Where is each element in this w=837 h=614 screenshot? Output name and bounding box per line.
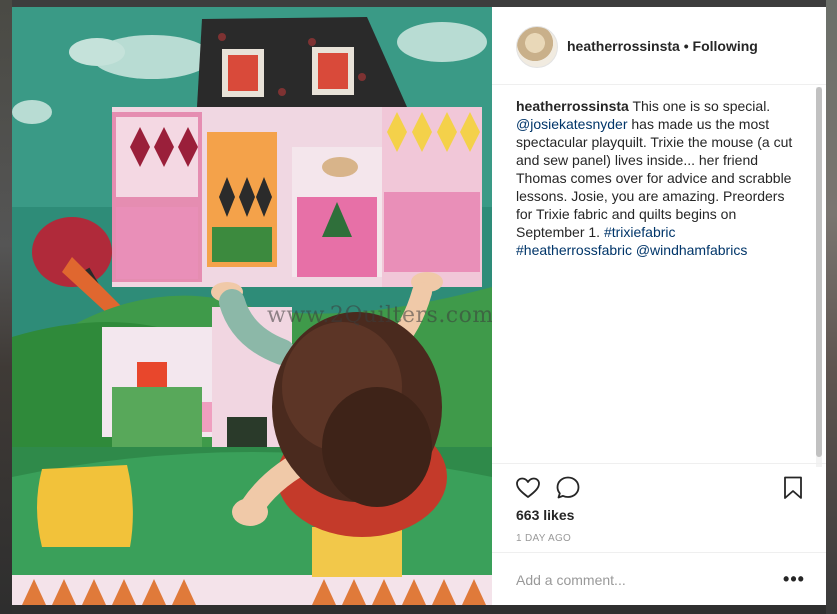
post-timestamp[interactable]: 1 DAY AGO xyxy=(516,533,571,544)
caption-hashtag-heatherrossfabric[interactable]: #heatherrossfabric xyxy=(516,242,632,258)
header-username[interactable]: heatherrossinsta xyxy=(567,38,680,54)
scrollbar-thumb[interactable] xyxy=(816,87,822,457)
caption-mention-windham[interactable]: @windhamfabrics xyxy=(636,242,747,258)
follow-status-button[interactable]: Following xyxy=(693,38,758,54)
background-page-right xyxy=(826,0,837,614)
heart-icon[interactable] xyxy=(514,474,542,502)
likes-count[interactable]: 663 likes xyxy=(516,507,574,523)
caption-hashtag-trixiefabric[interactable]: #trixiefabric xyxy=(604,224,676,240)
caption-mention-josie[interactable]: @josiekatesnyder xyxy=(516,116,628,132)
post-header: heatherrossinsta • Following xyxy=(492,7,826,85)
caption-text-2: has made us the most spectacular playqui… xyxy=(516,116,793,240)
avatar[interactable] xyxy=(516,26,558,68)
header-user-line: heatherrossinsta • Following xyxy=(567,38,758,54)
more-options-icon[interactable]: ••• xyxy=(782,569,806,589)
background-page-top xyxy=(12,0,826,7)
caption-username[interactable]: heatherrossinsta xyxy=(516,98,629,114)
background-page-bottom xyxy=(12,605,826,614)
comment-bubble-icon[interactable] xyxy=(554,474,582,502)
post-photo[interactable]: www.2Quilters.com xyxy=(12,7,492,605)
comment-bar: ••• xyxy=(492,552,826,605)
header-separator: • xyxy=(683,38,689,54)
post-caption: heatherrossinsta This one is so special.… xyxy=(516,97,794,259)
action-bar xyxy=(492,463,826,503)
watermark-text: www.2Quilters.com xyxy=(267,303,492,328)
post-details-panel: heatherrossinsta • Following heatherross… xyxy=(492,7,826,605)
background-page-left xyxy=(0,0,12,614)
add-comment-input[interactable] xyxy=(516,570,766,590)
comments-scrollbar[interactable] xyxy=(816,87,822,467)
bookmark-icon[interactable] xyxy=(779,474,807,502)
caption-text-1: This one is so special. xyxy=(628,98,771,114)
